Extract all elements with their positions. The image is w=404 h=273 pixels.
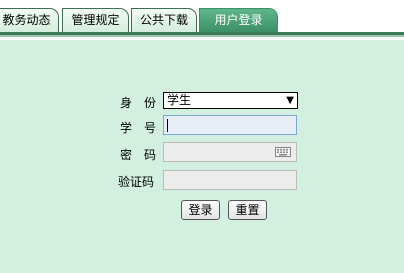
captcha-label: 验证码 (118, 175, 155, 189)
chevron-down-icon: ▼ (286, 95, 294, 106)
student-id-input[interactable] (163, 115, 297, 135)
login-button[interactable]: 登录 (181, 200, 220, 220)
text-caret (167, 119, 168, 132)
header-strip: 教务动态 管理规定 公共下载 用户登录 (0, 0, 404, 40)
tab-user-login[interactable]: 用户登录 (199, 8, 278, 32)
tab-regulations[interactable]: 管理规定 (62, 8, 129, 32)
tab-academic-news[interactable]: 教务动态 (0, 8, 59, 32)
identity-label: 身 份 (120, 96, 157, 110)
identity-select[interactable]: 学生 ▼ (163, 92, 298, 109)
tab-label: 教务动态 (2, 13, 51, 27)
password-label: 密 码 (120, 148, 157, 162)
tab-label: 管理规定 (71, 13, 120, 27)
student-id-label: 学 号 (120, 121, 157, 135)
tab-label: 公共下载 (139, 13, 188, 27)
captcha-input[interactable] (163, 170, 297, 190)
keyboard-icon[interactable] (275, 147, 291, 157)
tab-public-downloads[interactable]: 公共下载 (131, 8, 197, 32)
reset-button[interactable]: 重置 (228, 200, 267, 220)
tab-label: 用户登录 (214, 13, 263, 27)
password-input[interactable] (163, 142, 297, 162)
tab-shadow (0, 35, 404, 37)
identity-value: 学生 (167, 93, 192, 107)
